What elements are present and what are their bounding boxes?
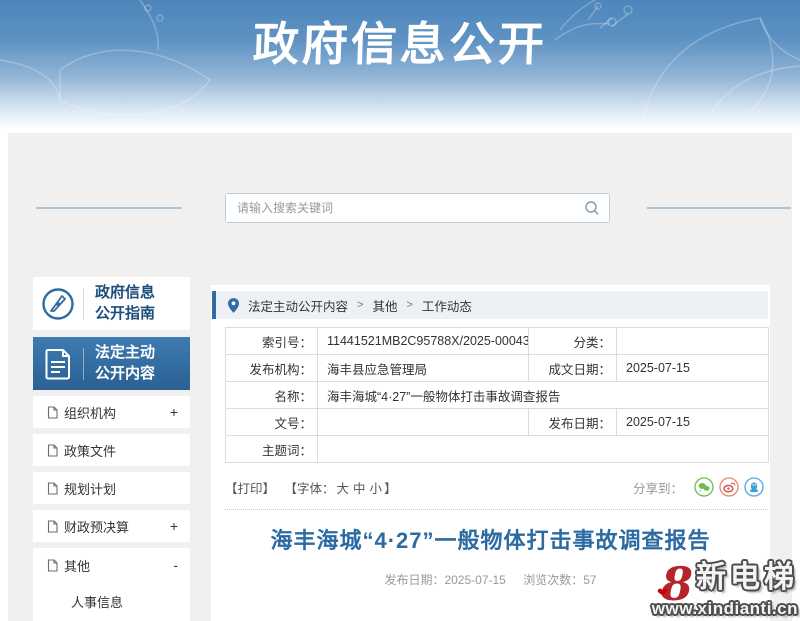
xindianti-watermark: 8 ❤ 新电梯 www.xindianti.cn — [652, 552, 798, 619]
search-button[interactable] — [575, 194, 609, 222]
print-button[interactable]: 【打印】 — [225, 482, 275, 496]
divider — [83, 288, 84, 320]
sidebar-item-guide-label: 政府信息 公开指南 — [95, 283, 155, 324]
page-icon — [47, 520, 58, 533]
sidebar-item-label: 规划计划 — [64, 479, 116, 498]
content-panel: 政府信息 公开指南 法定主动 公开内容 — [8, 133, 792, 621]
share-label: 分享到： — [633, 478, 683, 497]
index-number-label: 索引号： — [226, 328, 318, 355]
category-value — [617, 328, 769, 355]
sidebar: 政府信息 公开指南 法定主动 公开内容 — [33, 277, 190, 621]
watermark-brand-name: 新电梯 — [696, 552, 798, 596]
breadcrumb-separator: > — [357, 299, 363, 311]
doc-number-label: 文号： — [226, 409, 318, 436]
publish-date-label: 发布日期： — [529, 409, 617, 436]
font-size-prefix: 【字体： — [285, 482, 335, 496]
weibo-share-icon[interactable] — [719, 477, 739, 497]
font-size-large-button[interactable]: 大 — [337, 482, 350, 496]
sidebar-item-planning[interactable]: 规划计划 — [33, 472, 190, 504]
banner: 政府信息公开 — [0, 0, 800, 133]
search-icon — [584, 200, 600, 216]
location-pin-icon — [228, 298, 239, 313]
sidebar-item-label: 组织机构 — [64, 403, 116, 422]
table-row: 名称： 海丰海城“4·27”一般物体打击事故调查报告 — [226, 382, 769, 409]
font-size-suffix: 】 — [384, 482, 397, 496]
written-date-label: 成文日期： — [529, 355, 617, 382]
page-icon — [47, 559, 58, 572]
category-label: 分类： — [529, 328, 617, 355]
page-icon — [47, 482, 58, 495]
breadcrumb-separator: > — [406, 299, 412, 311]
expand-toggle-icon[interactable]: + — [170, 404, 178, 420]
right-divider-line — [647, 207, 791, 209]
written-date-value: 2025-07-15 — [617, 355, 769, 382]
name-label: 名称： — [226, 382, 318, 409]
xindianti-logo-icon: 8 ❤ — [661, 567, 693, 602]
sidebar-item-active-label: 法定主动 公开内容 — [95, 343, 155, 384]
keywords-value — [318, 436, 769, 463]
heart-icon: ❤ — [657, 589, 668, 599]
sidebar-item-organization[interactable]: 组织机构 + — [33, 396, 190, 428]
issuing-agency-value: 海丰县应急管理局 — [318, 355, 529, 382]
table-row: 发布机构： 海丰县应急管理局 成文日期： 2025-07-15 — [226, 355, 769, 382]
wechat-share-icon[interactable] — [694, 477, 714, 497]
breadcrumb: 法定主动公开内容 > 其他 > 工作动态 — [212, 291, 768, 319]
document-icon — [44, 348, 72, 380]
dotted-separator — [225, 509, 768, 510]
breadcrumb-link-1[interactable]: 法定主动公开内容 — [248, 296, 348, 315]
sidebar-item-active-disclosure[interactable]: 法定主动 公开内容 — [33, 337, 190, 390]
search-box — [225, 193, 610, 223]
font-size-medium-button[interactable]: 中 — [353, 482, 366, 496]
divider — [83, 348, 84, 380]
search-input[interactable] — [226, 201, 575, 215]
table-row: 主题词： — [226, 436, 769, 463]
sidebar-item-label: 财政预决算 — [64, 517, 129, 536]
sidebar-item-label: 其他 — [64, 556, 90, 575]
table-row: 文号： 发布日期： 2025-07-15 — [226, 409, 769, 436]
sidebar-subitem-personnel[interactable]: 人事信息 — [33, 589, 190, 613]
article-view-count: 浏览次数：57 — [523, 573, 596, 587]
page: 政府信息公开 — [0, 0, 800, 621]
sidebar-group-other: 其他 - 人事信息 — [33, 548, 190, 621]
share-tools: 分享到： — [633, 477, 764, 497]
document-info-table: 索引号： 11441521MB2C95788X/2025-00043 分类： 发… — [225, 327, 769, 463]
sidebar-item-policy-docs[interactable]: 政策文件 — [33, 434, 190, 466]
page-icon — [47, 406, 58, 419]
breadcrumb-link-2[interactable]: 其他 — [372, 296, 397, 315]
name-value: 海丰海城“4·27”一般物体打击事故调查报告 — [318, 382, 769, 409]
publish-date-value: 2025-07-15 — [617, 409, 769, 436]
collapse-toggle-icon[interactable]: - — [173, 557, 178, 573]
table-row: 索引号： 11441521MB2C95788X/2025-00043 分类： — [226, 328, 769, 355]
sidebar-item-guide[interactable]: 政府信息 公开指南 — [33, 277, 190, 330]
sidebar-item-budget[interactable]: 财政预决算 + — [33, 510, 190, 542]
qq-share-icon[interactable] — [744, 477, 764, 497]
article-title: 海丰海城“4·27”一般物体打击事故调查报告 — [211, 523, 770, 555]
index-number-value: 11441521MB2C95788X/2025-00043 — [318, 328, 529, 355]
doc-number-value — [318, 409, 529, 436]
article-toolbar: 【打印】 【字体：大中小】 分享到： — [225, 477, 764, 497]
compass-icon — [40, 286, 76, 322]
sidebar-item-other[interactable]: 其他 - — [33, 548, 190, 582]
keywords-label: 主题词： — [226, 436, 318, 463]
print-font-tools: 【打印】 【字体：大中小】 — [225, 478, 397, 497]
breadcrumb-link-3[interactable]: 工作动态 — [422, 296, 472, 315]
page-icon — [47, 444, 58, 457]
issuing-agency-label: 发布机构： — [226, 355, 318, 382]
sidebar-item-label: 政策文件 — [64, 441, 116, 460]
left-divider-line — [36, 207, 182, 209]
font-size-small-button[interactable]: 小 — [370, 482, 383, 496]
article-publish-date: 发布日期：2025-07-15 — [384, 573, 505, 587]
expand-toggle-icon[interactable]: + — [170, 518, 178, 534]
page-title: 政府信息公开 — [0, 8, 800, 74]
